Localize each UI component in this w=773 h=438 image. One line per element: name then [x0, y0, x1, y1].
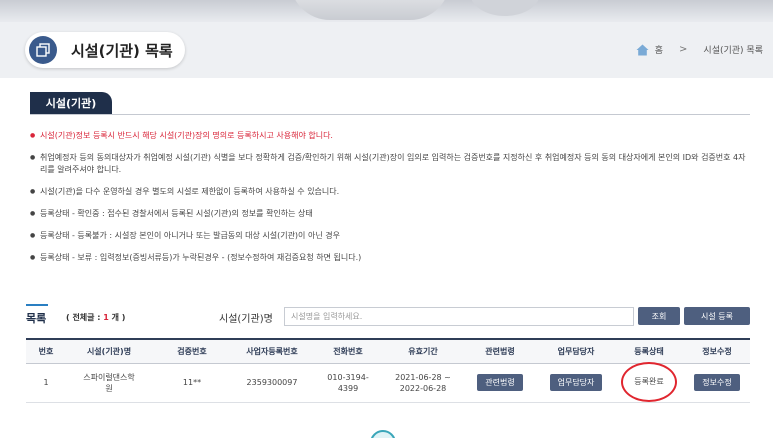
notice-item: 등록상태 - 확인중 : 접수된 경찰서에서 등록된 시설(기관)의 정보를 확…	[30, 208, 750, 220]
notice-item: 등록상태 - 보류 : 입력정보(증빙서류등)가 누락된경우 - (정보수정하여…	[30, 252, 750, 264]
cell-edit: 정보수정	[684, 363, 750, 403]
cell-period: 2021-06-28 ~2022-06-28	[384, 363, 462, 403]
column-header-verify: 검증번호	[152, 339, 232, 364]
cell-period-line1: 2021-06-28 ~	[395, 372, 451, 382]
section-tab: 시설(기관)	[30, 92, 112, 114]
table-row: 1 스파이럴댄스학 원 11** 2359300097 010-3194- 4399…	[26, 361, 750, 403]
status-badge: 등록완료	[621, 361, 677, 402]
scroll-top-icon[interactable]	[370, 430, 396, 438]
total-count: ( 전체글 : 1 개 )	[66, 312, 125, 323]
search-button[interactable]: 조회	[638, 307, 680, 325]
notice-item: 등록상태 - 등록불가 : 시설장 본인이 아니거나 또는 발급동의 대상 시설…	[30, 230, 750, 242]
column-header-no: 번호	[26, 339, 66, 364]
breadcrumb: 홈 > 시설(기관) 목록	[636, 43, 763, 56]
notice-list: 시설(기관)정보 등록시 반드시 해당 시설(기관)장의 명의로 등록하시고 사…	[30, 130, 750, 274]
cell-status: 등록완료	[614, 361, 684, 403]
home-icon[interactable]	[636, 44, 649, 56]
register-facility-button[interactable]: 시설 등록	[684, 307, 750, 325]
notice-item: 시설(기관)을 다수 운영하실 경우 별도의 시설로 제한없이 등록하여 사용하…	[30, 186, 750, 198]
notice-item: 취업예정자 등의 동의대상자가 취업예정 시설(기관) 식별을 보다 정확하게 …	[30, 152, 750, 176]
column-header-name: 시설(기관)명	[66, 339, 152, 364]
column-header-edit: 정보수정	[684, 339, 750, 364]
cell-phone-line2: 4399	[337, 383, 359, 393]
column-header-phone: 전화번호	[312, 339, 384, 364]
cell-verify: 11**	[152, 363, 232, 403]
total-prefix: ( 전체글 :	[66, 313, 104, 322]
manager-button[interactable]: 업무담당자	[549, 374, 603, 391]
notice-item: 시설(기관)정보 등록시 반드시 해당 시설(기관)장의 명의로 등록하시고 사…	[30, 130, 750, 142]
banner-decoration	[290, 0, 450, 20]
column-header-period: 유효기간	[384, 339, 462, 364]
section-divider	[30, 114, 750, 115]
cell-name-line2: 원	[105, 383, 113, 393]
column-header-law: 관련법령	[462, 339, 538, 364]
column-header-biz-no: 사업자등록번호	[232, 339, 312, 364]
cell-phone: 010-3194- 4399	[312, 363, 384, 403]
total-suffix: 개 )	[108, 313, 126, 322]
cell-name: 스파이럴댄스학 원	[66, 363, 152, 403]
table-header-row: 번호 시설(기관)명 검증번호 사업자등록번호 전화번호 유효기간 관련법령 업…	[26, 339, 750, 364]
cell-no: 1	[26, 363, 66, 403]
title-pill: 시설(기관) 목록	[25, 32, 185, 68]
breadcrumb-current: 시설(기관) 목록	[703, 46, 763, 56]
search-label: 시설(기관)명	[219, 314, 273, 325]
title-bar: 시설(기관) 목록 홈 > 시설(기관) 목록	[0, 22, 773, 78]
related-law-button[interactable]: 관련법령	[477, 374, 523, 391]
cell-biz-no: 2359300097	[232, 363, 312, 403]
cell-name-line1: 스파이럴댄스학	[83, 372, 135, 382]
cell-phone-line1: 010-3194-	[327, 372, 369, 382]
breadcrumb-home[interactable]: 홈	[655, 43, 663, 56]
list-title: 목록	[26, 312, 47, 325]
search-input[interactable]	[284, 307, 634, 326]
banner-decoration-2	[470, 0, 540, 16]
edit-info-button[interactable]: 정보수정	[694, 374, 740, 391]
page-title: 시설(기관) 목록	[71, 41, 173, 60]
cell-law: 관련법령	[462, 363, 538, 403]
list-header: 목록 ( 전체글 : 1 개 ) 시설(기관)명 조회 시설 등록	[26, 304, 750, 330]
breadcrumb-separator: >	[679, 44, 688, 55]
list-title-accent	[26, 304, 48, 306]
window-stack-icon	[29, 36, 57, 64]
cell-period-line2: 2022-06-28	[399, 383, 447, 393]
column-header-manager: 업무담당자	[538, 339, 614, 364]
top-banner	[0, 0, 773, 22]
facility-table: 번호 시설(기관)명 검증번호 사업자등록번호 전화번호 유효기간 관련법령 업…	[26, 338, 750, 403]
column-header-status: 등록상태	[614, 339, 684, 364]
cell-manager: 업무담당자	[538, 363, 614, 403]
